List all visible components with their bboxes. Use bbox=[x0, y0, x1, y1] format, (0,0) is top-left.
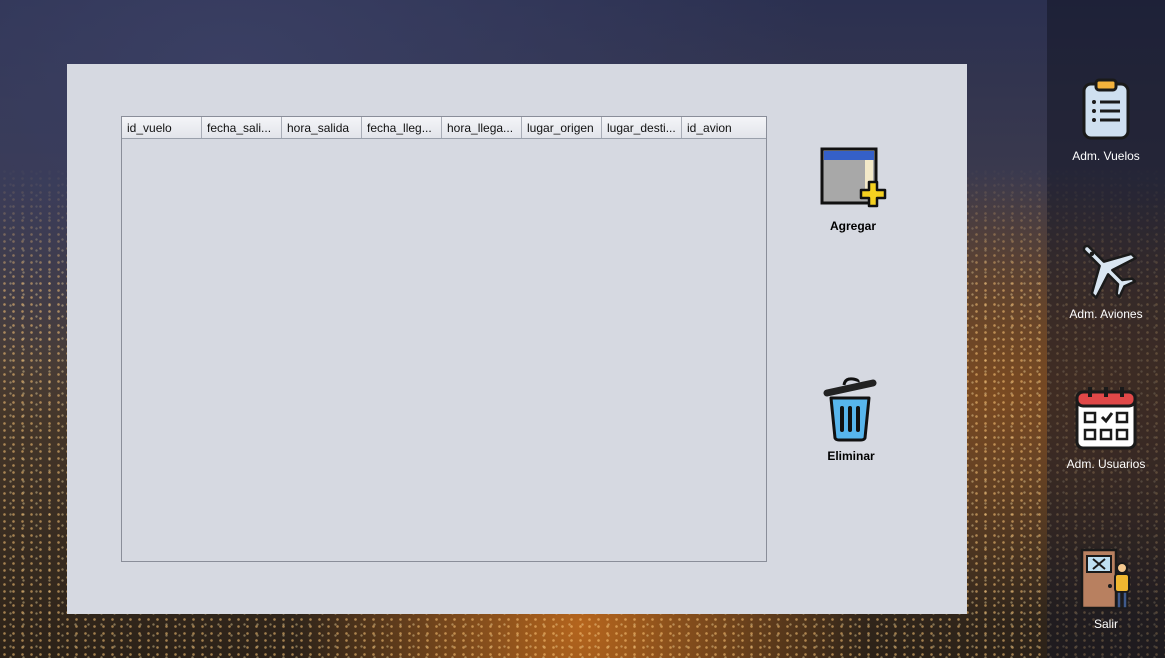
add-button[interactable]: Agregar bbox=[808, 146, 898, 233]
column-header[interactable]: hora_salida bbox=[282, 117, 362, 138]
delete-button-label: Eliminar bbox=[827, 449, 875, 463]
column-header[interactable]: hora_llega... bbox=[442, 117, 522, 138]
column-header[interactable]: fecha_lleg... bbox=[362, 117, 442, 138]
delete-button[interactable]: Eliminar bbox=[806, 376, 896, 463]
exit-door-icon bbox=[1076, 546, 1136, 615]
column-header[interactable]: lugar_desti... bbox=[602, 117, 682, 138]
flights-table[interactable]: id_vuelo fecha_sali... hora_salida fecha… bbox=[121, 116, 767, 562]
column-header[interactable]: fecha_sali... bbox=[202, 117, 282, 138]
clipboard-icon bbox=[1080, 78, 1132, 145]
sidebar-item-salir[interactable]: Salir bbox=[1047, 546, 1165, 631]
table-header: id_vuelo fecha_sali... hora_salida fecha… bbox=[122, 117, 766, 139]
sidebar-item-adm-usuarios[interactable]: Adm. Usuarios bbox=[1047, 386, 1165, 471]
trash-icon bbox=[823, 376, 879, 447]
calendar-icon bbox=[1074, 386, 1138, 455]
sidebar-item-label: Adm. Usuarios bbox=[1066, 457, 1146, 471]
sidebar-item-label: Adm. Aviones bbox=[1069, 307, 1143, 321]
add-window-icon bbox=[819, 146, 887, 217]
sidebar-item-adm-aviones[interactable]: Adm. Aviones bbox=[1047, 236, 1165, 321]
sidebar-item-label: Salir bbox=[1093, 617, 1118, 631]
main-panel: id_vuelo fecha_sali... hora_salida fecha… bbox=[67, 64, 967, 614]
airplane-icon bbox=[1074, 236, 1138, 305]
column-header[interactable]: id_vuelo bbox=[122, 117, 202, 138]
sidebar-item-label: Adm. Vuelos bbox=[1072, 149, 1140, 163]
column-header[interactable]: lugar_origen bbox=[522, 117, 602, 138]
add-button-label: Agregar bbox=[829, 219, 876, 233]
sidebar-item-adm-vuelos[interactable]: Adm. Vuelos bbox=[1047, 78, 1165, 163]
column-header[interactable]: id_avion bbox=[682, 117, 762, 138]
